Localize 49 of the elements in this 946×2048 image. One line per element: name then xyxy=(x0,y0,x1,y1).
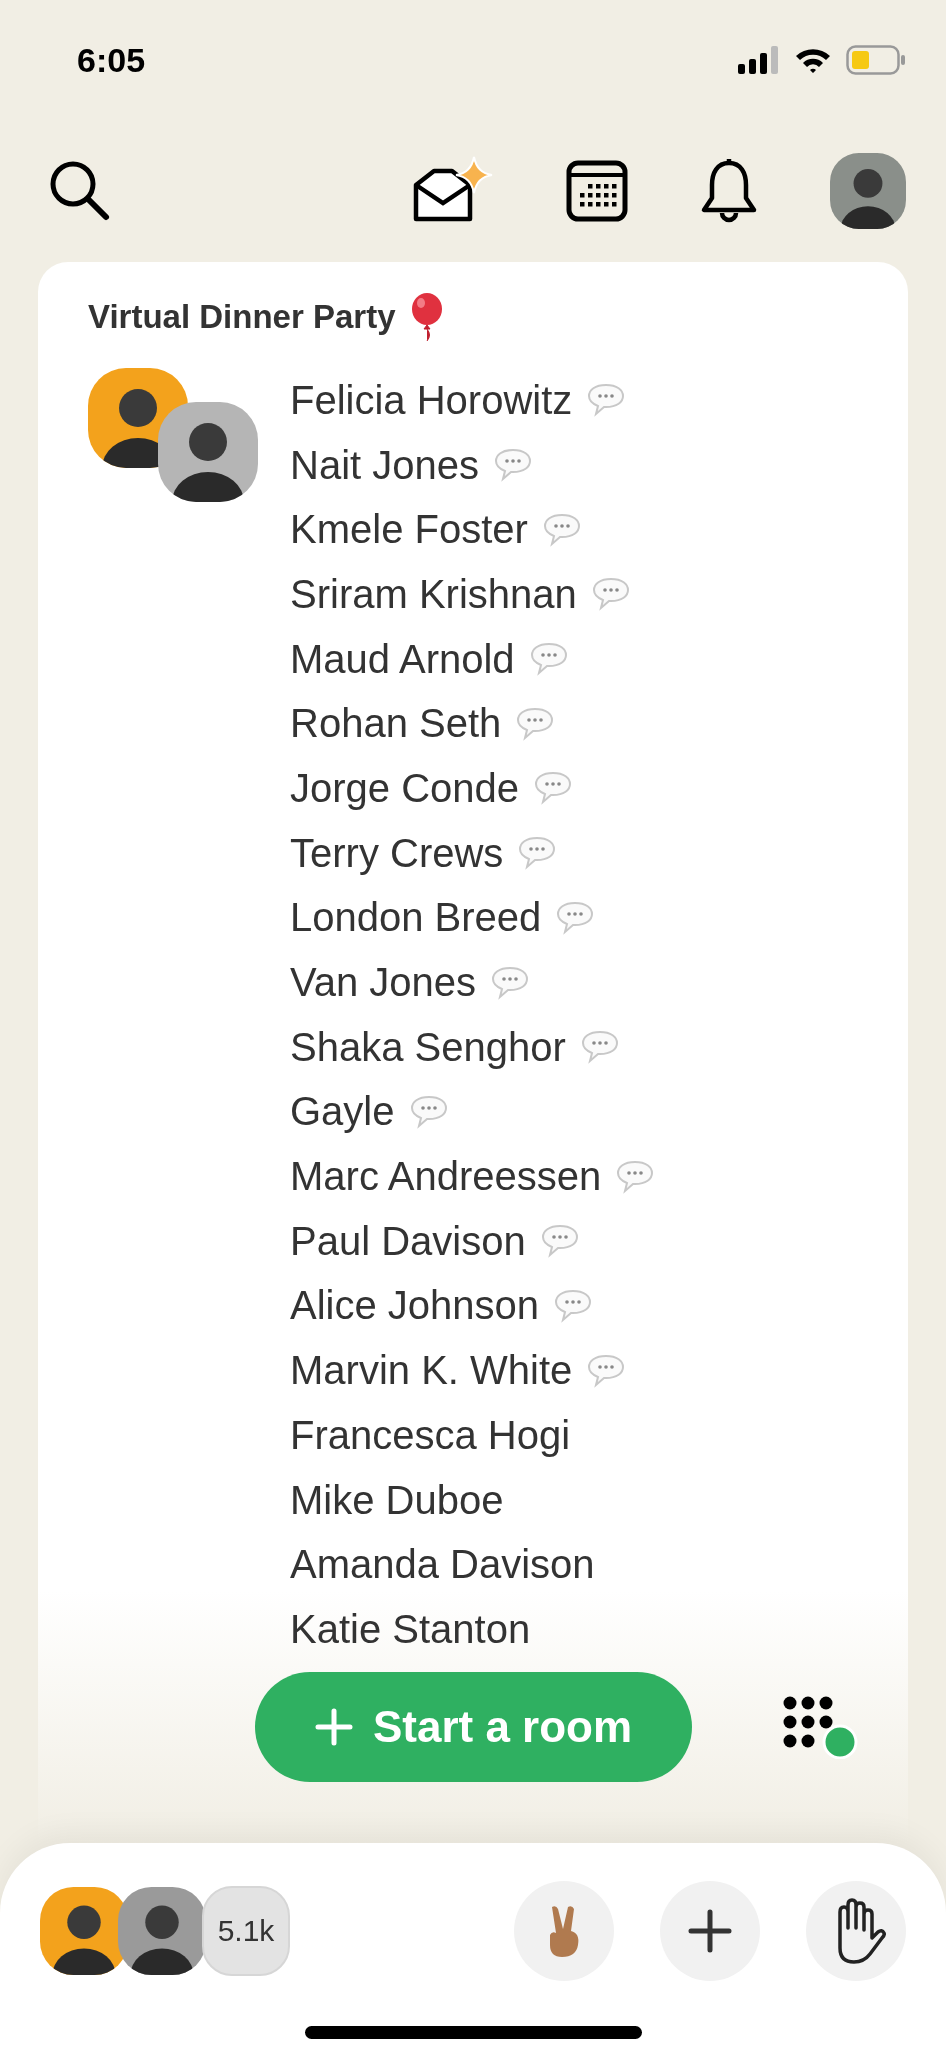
search-icon[interactable] xyxy=(48,159,112,223)
plus-icon xyxy=(314,1707,353,1746)
member-name[interactable]: Terry Crews xyxy=(290,830,504,876)
chat-bubble-icon xyxy=(553,1287,594,1324)
chat-bubble-icon xyxy=(590,576,631,613)
member-name[interactable]: Kmele Foster xyxy=(290,507,528,553)
member-name[interactable]: Felicia Horowitz xyxy=(290,377,573,423)
listener-count[interactable]: 5.1k xyxy=(202,1886,290,1976)
member-name[interactable]: Nait Jones xyxy=(290,442,479,488)
calendar-icon[interactable] xyxy=(566,160,628,222)
chat-bubble-icon xyxy=(615,1158,656,1195)
battery-icon xyxy=(846,45,906,75)
member-name[interactable]: London Breed xyxy=(290,895,542,941)
member-name[interactable]: Mike Duboe xyxy=(290,1477,504,1523)
chat-bubble-icon xyxy=(579,1029,620,1066)
chat-bubble-icon xyxy=(528,641,569,678)
wifi-icon xyxy=(794,46,832,74)
chat-bubble-icon xyxy=(586,382,627,419)
status-time: 6:05 xyxy=(77,40,146,80)
bell-icon[interactable] xyxy=(700,158,758,224)
chat-bubble-icon xyxy=(493,447,533,484)
chat-bubble-icon xyxy=(533,770,574,807)
member-name[interactable]: Sriram Krishnan xyxy=(290,571,577,617)
member-name[interactable]: Maud Arnold xyxy=(290,636,515,682)
member-name[interactable]: Shaka Senghor xyxy=(290,1024,566,1070)
member-name[interactable]: Amanda Davison xyxy=(290,1542,595,1588)
member-name[interactable]: Rohan Seth xyxy=(290,701,502,747)
dot-grid-icon[interactable] xyxy=(782,1694,858,1759)
chat-bubble-icon xyxy=(515,705,556,742)
member-name[interactable]: Katie Stanton xyxy=(290,1606,531,1652)
room-title: Virtual Dinner Party xyxy=(88,298,396,336)
member-name[interactable]: Gayle xyxy=(290,1089,395,1135)
chat-bubble-icon xyxy=(490,964,531,1001)
chat-bubble-icon xyxy=(517,835,558,872)
chat-bubble-icon xyxy=(541,511,582,548)
member-name[interactable]: Alice Johnson xyxy=(290,1283,540,1329)
member-name[interactable]: Paul Davison xyxy=(290,1218,526,1264)
member-name[interactable]: Marvin K. White xyxy=(290,1348,573,1394)
chat-bubble-icon xyxy=(555,899,596,936)
chat-bubble-icon xyxy=(586,1352,627,1389)
chat-bubble-icon xyxy=(408,1093,449,1130)
member-name[interactable]: Francesca Hogi xyxy=(290,1412,571,1458)
chat-bubble-icon xyxy=(539,1223,580,1260)
member-name[interactable]: Marc Andreessen xyxy=(290,1154,602,1200)
balloon-icon xyxy=(409,292,444,342)
signal-icon xyxy=(738,46,780,74)
member-name[interactable]: Van Jones xyxy=(290,960,477,1006)
plus-icon xyxy=(688,1909,732,1953)
member-name[interactable]: Jorge Conde xyxy=(290,765,520,811)
